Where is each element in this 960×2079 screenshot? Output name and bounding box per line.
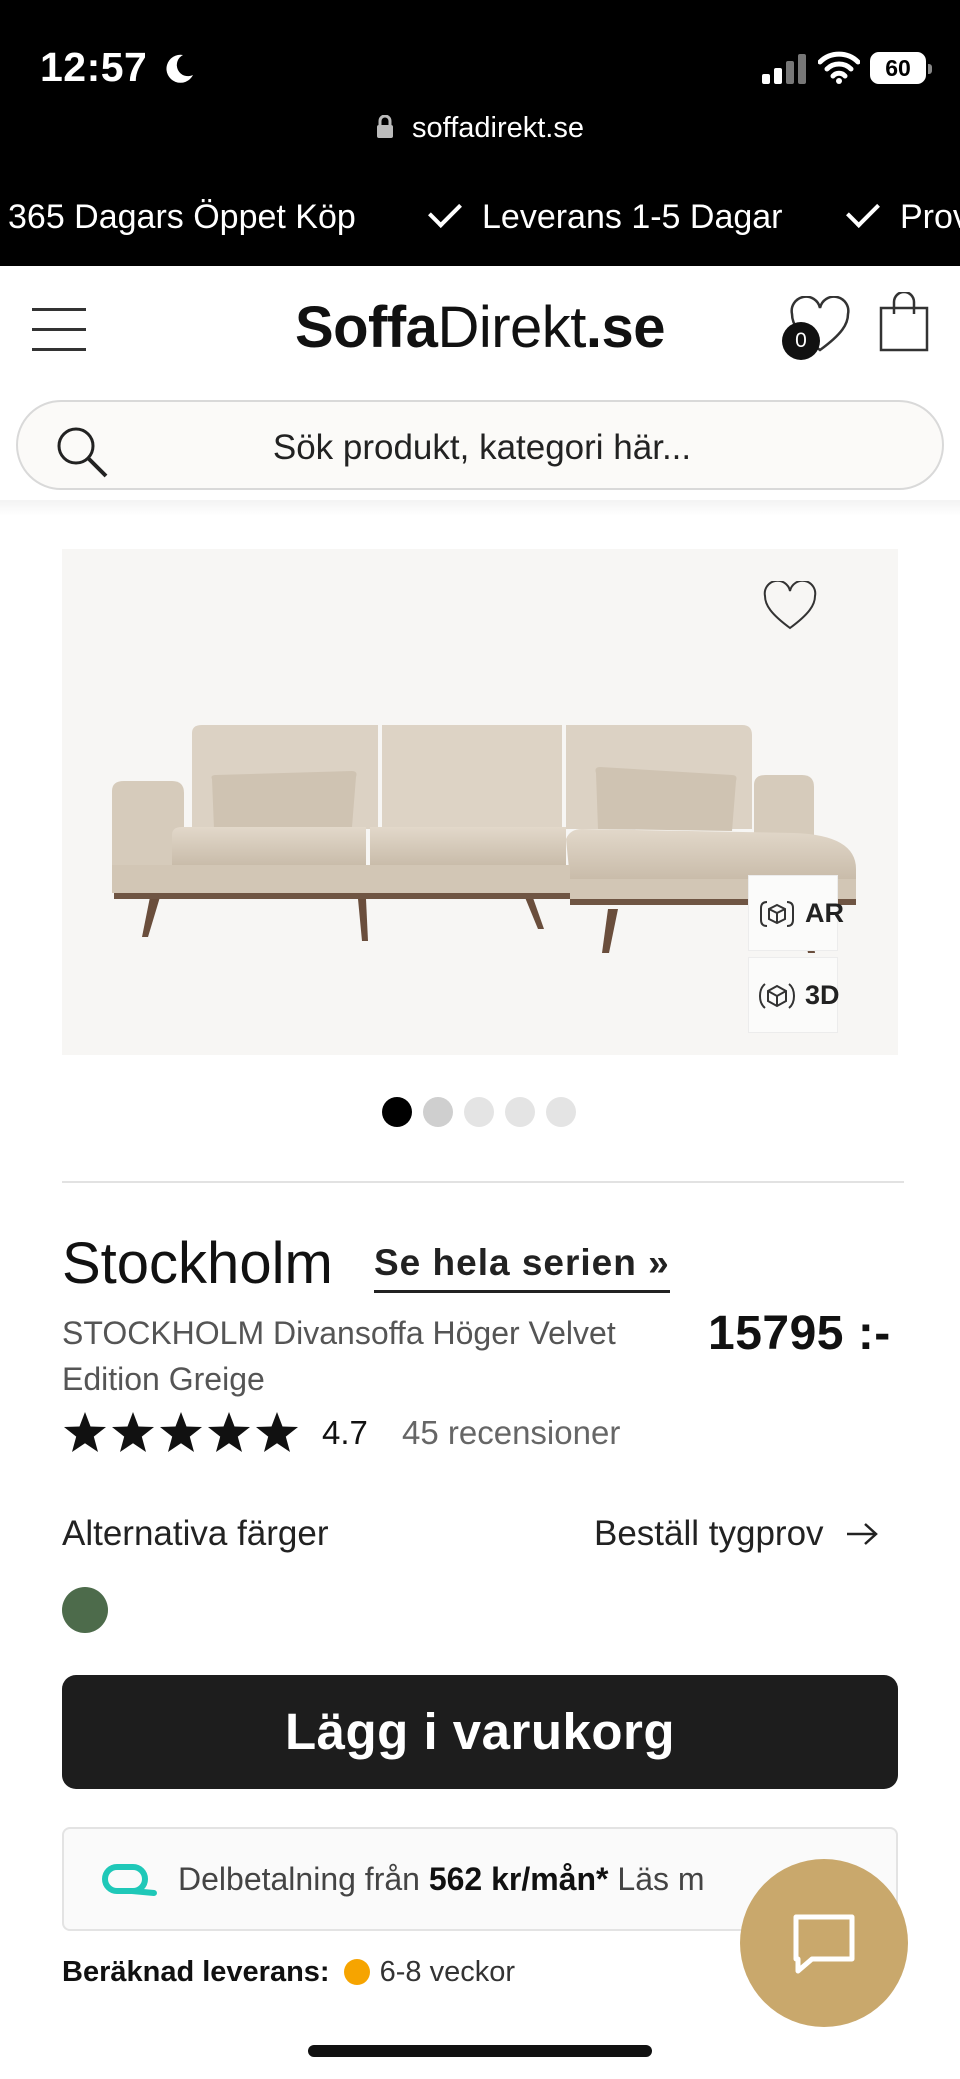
status-bar: 12:57 60 soffadirekt.se: [0, 0, 960, 168]
ar-label: AR: [805, 898, 844, 928]
order-fabric-sample-link[interactable]: Beställ tygprov: [594, 1514, 879, 1556]
delivery-value: 6-8 veckor: [379, 1956, 515, 1988]
status-time: 12:57: [40, 44, 195, 95]
carousel-dot[interactable]: [423, 1097, 453, 1127]
star-icon: [256, 1412, 298, 1452]
usp-item: 365 Dagars Öppet Köp: [8, 198, 356, 237]
add-to-cart-button[interactable]: Lägg i varukorg: [62, 1675, 898, 1789]
product-gallery-image[interactable]: AR 3D: [62, 549, 898, 1055]
logo-regular: Direkt: [437, 295, 586, 360]
lock-icon: [376, 114, 394, 147]
fabric-sample-text: Beställ tygprov: [594, 1514, 824, 1553]
battery-icon: 60: [870, 52, 932, 84]
check-icon: [846, 194, 880, 228]
chat-bubble-icon: [790, 1911, 858, 1977]
check-icon: [428, 194, 462, 228]
carousel-dot-active[interactable]: [382, 1097, 412, 1127]
chat-button[interactable]: [740, 1859, 908, 2027]
wifi-icon: [817, 50, 861, 84]
3d-label: 3D: [805, 980, 840, 1010]
carousel-dot[interactable]: [464, 1097, 494, 1127]
usp-text: 365 Dagars Öppet Köp: [8, 198, 356, 236]
moon-icon: [165, 48, 195, 95]
carousel-dot[interactable]: [505, 1097, 535, 1127]
header-shadow: [0, 500, 960, 516]
star-icon: [64, 1412, 106, 1452]
delivery-status-dot: [343, 1959, 370, 1985]
shopping-bag-icon[interactable]: [878, 290, 930, 354]
rating-value: 4.7: [322, 1414, 368, 1451]
ar-icon: [757, 896, 797, 932]
site-header: SoffaDirekt.se 0: [0, 266, 960, 388]
ar-view-button[interactable]: AR: [748, 875, 844, 951]
search-input[interactable]: Sök produkt, kategori här...: [16, 400, 944, 490]
carousel-dot[interactable]: [546, 1097, 576, 1127]
product-name: STOCKHOLM Divansoffa Höger Velvet Editio…: [62, 1315, 616, 1397]
usp-text: Prov: [900, 198, 960, 236]
installment-text: Delbetalning från 562 kr/mån* Läs m: [178, 1861, 705, 1898]
3d-view-button[interactable]: 3D: [748, 957, 840, 1033]
installment-read-more[interactable]: Läs m: [617, 1861, 704, 1897]
section-divider: [62, 1181, 904, 1183]
usp-marquee: 365 Dagars Öppet Köp Leverans 1-5 Dagar …: [0, 168, 960, 266]
see-full-series-link[interactable]: Se hela serien »: [374, 1242, 670, 1293]
home-indicator: [308, 2045, 652, 2057]
installment-amount: 562 kr/mån*: [428, 1861, 609, 1897]
alternative-colors-label: Alternativa färger: [62, 1514, 329, 1553]
favorite-heart-icon[interactable]: [762, 579, 818, 633]
star-icon: [160, 1412, 202, 1452]
installment-prefix: Delbetalning från: [178, 1861, 420, 1897]
product-price: 15795 :-: [708, 1307, 891, 1360]
logo-tld: .se: [585, 295, 666, 360]
usp-item: Prov: [846, 194, 960, 237]
wishlist-count-badge: 0: [782, 322, 820, 360]
reviews-link[interactable]: 45 recensioner: [402, 1414, 620, 1452]
arrow-right-icon: [845, 1516, 879, 1556]
url-text: soffadirekt.se: [412, 112, 584, 144]
delivery-label: Beräknad leverans:: [62, 1956, 330, 1988]
usp-text: Leverans 1-5 Dagar: [482, 198, 783, 236]
color-swatch-green[interactable]: [62, 1587, 108, 1633]
estimated-delivery: Beräknad leverans: 6-8 veckor: [62, 1956, 515, 1989]
3d-cube-icon: [757, 978, 797, 1014]
installment-provider-icon: [102, 1863, 158, 1899]
star-icon: [112, 1412, 154, 1452]
logo-bold: Soffa: [294, 295, 438, 360]
url-bar[interactable]: soffadirekt.se: [0, 112, 960, 147]
signal-icon: [762, 52, 806, 84]
status-time-text: 12:57: [40, 44, 148, 90]
product-series-title: Stockholm: [62, 1231, 333, 1296]
star-icon: [208, 1412, 250, 1452]
search-placeholder: Sök produkt, kategori här...: [272, 428, 692, 467]
usp-item: Leverans 1-5 Dagar: [428, 194, 783, 237]
